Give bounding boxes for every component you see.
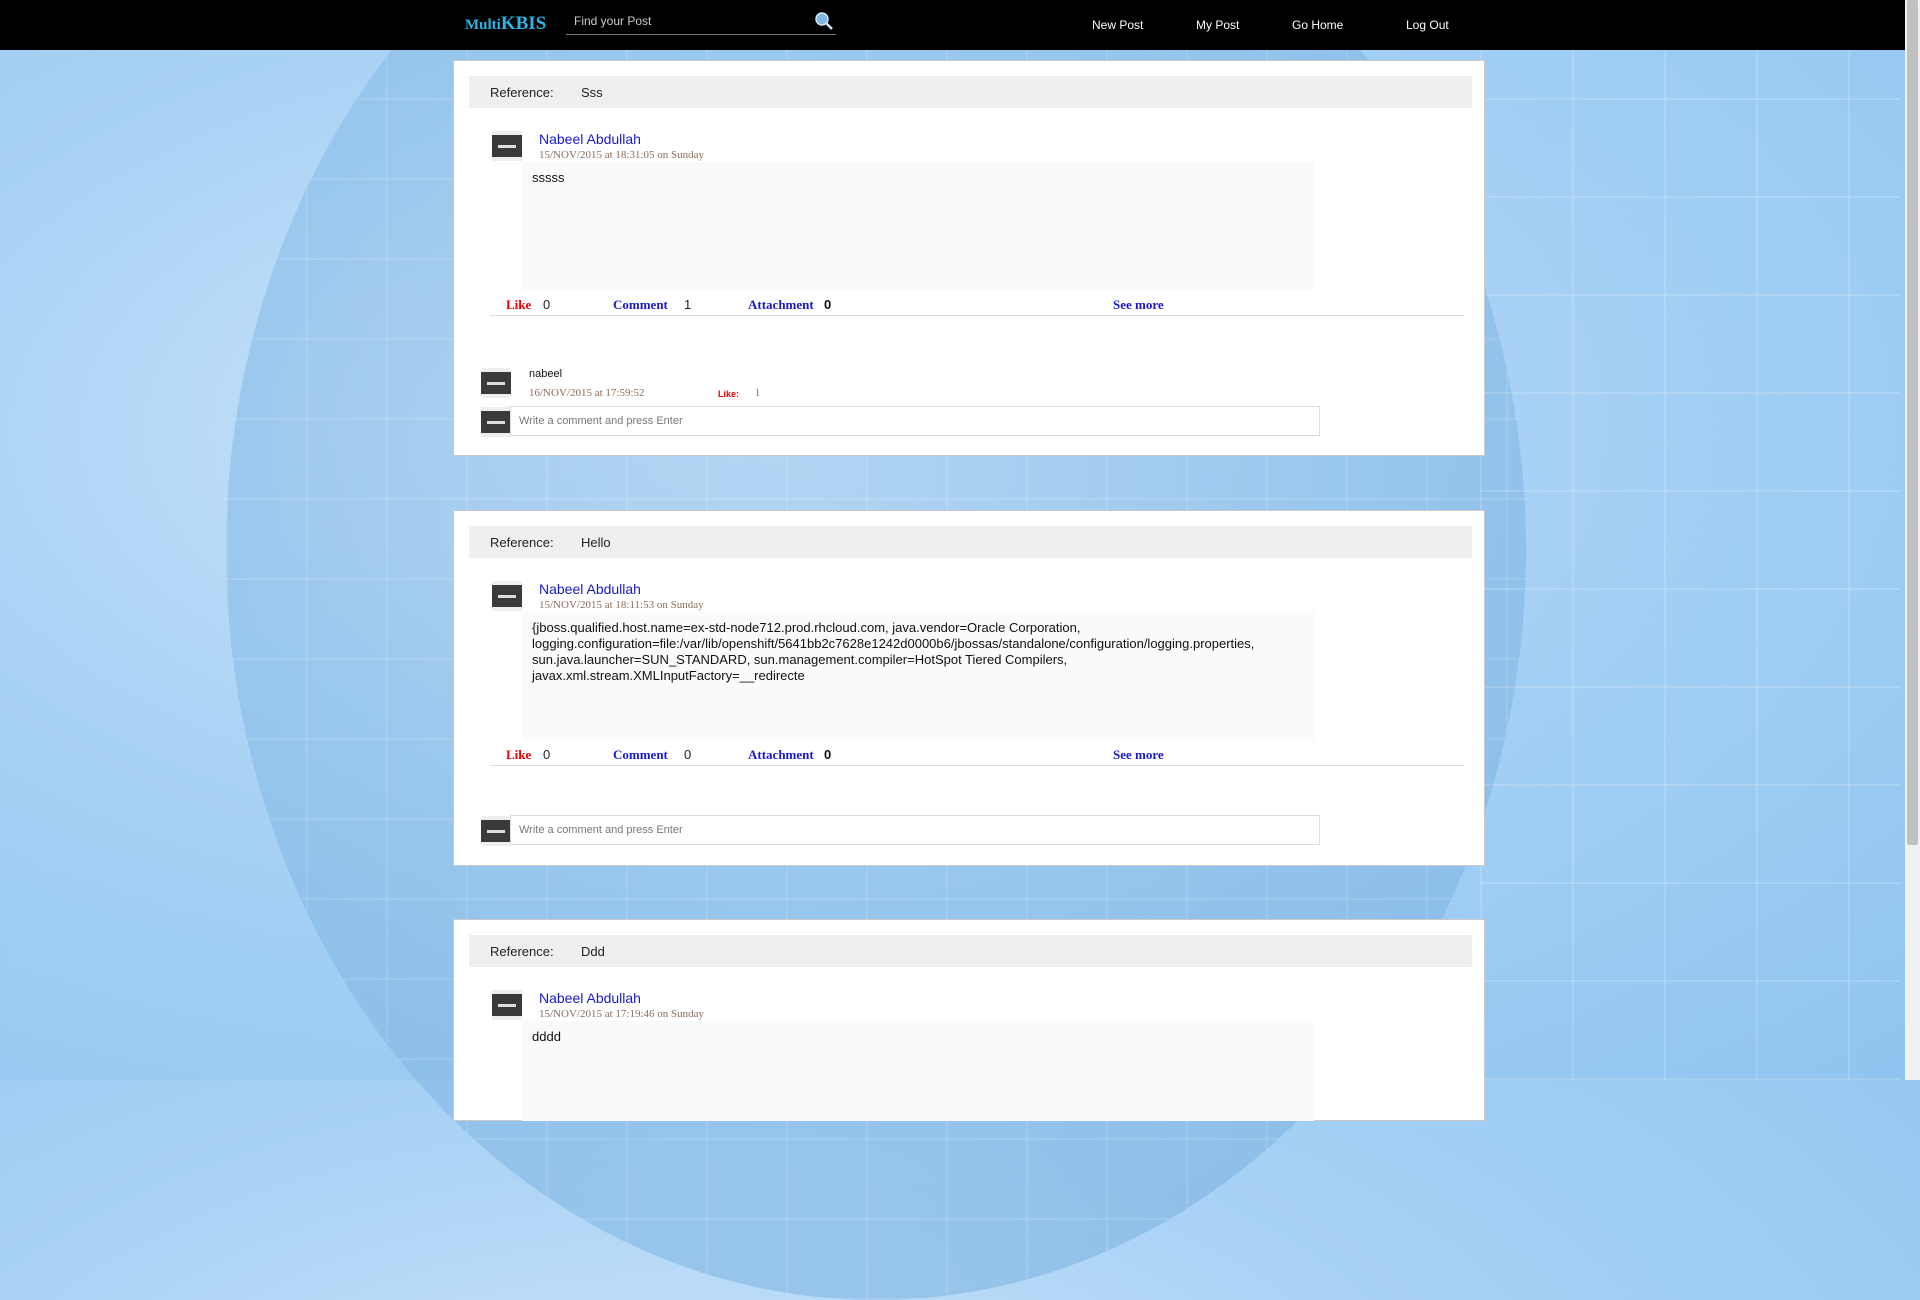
- search-icon[interactable]: [814, 11, 834, 31]
- background-tiles: [1480, 50, 1900, 1080]
- like-count: 0: [543, 297, 551, 312]
- post-date: 15/NOV/2015 at 18:11:53 on Sunday: [539, 599, 704, 611]
- commenter-avatar: [481, 368, 511, 398]
- current-user-avatar: [481, 407, 511, 437]
- post-card: Reference: Sss Nabeel Abdullah 15/NOV/20…: [453, 60, 1485, 456]
- like-button[interactable]: Like: [506, 297, 531, 313]
- avatar: [492, 581, 522, 611]
- post-body: sssss: [522, 162, 1314, 290]
- post-date: 15/NOV/2015 at 18:31:05 on Sunday: [539, 149, 704, 161]
- search-input[interactable]: [566, 10, 812, 32]
- nav-go-home[interactable]: Go Home: [1292, 18, 1343, 32]
- post-actions: Like 0 Comment 1 Attachment 0 See more: [490, 295, 1464, 316]
- comment-button[interactable]: Comment: [613, 747, 668, 763]
- reference-value: Sss: [581, 85, 603, 100]
- post-body: {jboss.qualified.host.name=ex-std-node71…: [522, 612, 1314, 740]
- reference-label: Reference:: [490, 944, 554, 959]
- post-date: 15/NOV/2015 at 17:19:46 on Sunday: [539, 1008, 704, 1020]
- logo-small: Multi: [465, 17, 501, 33]
- post-author[interactable]: Nabeel Abdullah: [539, 131, 641, 147]
- avatar: [492, 131, 522, 161]
- attachment-count: 0: [824, 297, 832, 312]
- reference-label: Reference:: [490, 85, 554, 100]
- comment-button[interactable]: Comment: [613, 297, 668, 313]
- post-author[interactable]: Nabeel Abdullah: [539, 990, 641, 1006]
- comment-count: 1: [684, 297, 692, 312]
- reference-bar: Reference: Ddd: [469, 935, 1472, 967]
- like-button[interactable]: Like: [506, 747, 531, 763]
- comment-user[interactable]: nabeel: [529, 368, 562, 380]
- nav-new-post[interactable]: New Post: [1092, 18, 1143, 32]
- comment-input[interactable]: [510, 815, 1320, 845]
- reference-bar: Reference: Hello: [469, 526, 1472, 558]
- page-scrollbar[interactable]: [1905, 0, 1920, 1080]
- reference-value: Hello: [581, 535, 611, 550]
- attachment-button[interactable]: Attachment: [748, 747, 814, 763]
- reference-label: Reference:: [490, 535, 554, 550]
- see-more-link[interactable]: See more: [1113, 747, 1164, 763]
- nav-log-out[interactable]: Log Out: [1406, 18, 1449, 32]
- post-card: Reference: Hello Nabeel Abdullah 15/NOV/…: [453, 510, 1485, 866]
- reference-bar: Reference: Sss: [469, 76, 1472, 108]
- logo-big: KBIS: [500, 13, 547, 34]
- avatar: [492, 990, 522, 1020]
- logo[interactable]: MultiKBIS: [465, 13, 546, 35]
- post-card: Reference: Ddd Nabeel Abdullah 15/NOV/20…: [453, 919, 1485, 1121]
- search-box: [566, 10, 836, 35]
- comment-date: 16/NOV/2015 at 17:59:52: [529, 387, 645, 399]
- top-navbar: MultiKBIS New Post My Post Go Home Log O…: [0, 0, 1905, 50]
- comment-input[interactable]: [510, 406, 1320, 436]
- see-more-link[interactable]: See more: [1113, 297, 1164, 313]
- post-author[interactable]: Nabeel Abdullah: [539, 581, 641, 597]
- scrollbar-thumb[interactable]: [1907, 0, 1918, 845]
- nav-my-post[interactable]: My Post: [1196, 18, 1239, 32]
- comment-like-button[interactable]: Like:: [718, 389, 739, 399]
- comment-like-count: 1: [755, 388, 760, 399]
- current-user-avatar: [481, 816, 511, 846]
- attachment-button[interactable]: Attachment: [748, 297, 814, 313]
- comment-count: 0: [684, 747, 692, 762]
- reference-value: Ddd: [581, 944, 605, 959]
- like-count: 0: [543, 747, 551, 762]
- post-actions: Like 0 Comment 0 Attachment 0 See more: [490, 745, 1464, 766]
- attachment-count: 0: [824, 747, 832, 762]
- post-body: dddd: [522, 1021, 1314, 1121]
